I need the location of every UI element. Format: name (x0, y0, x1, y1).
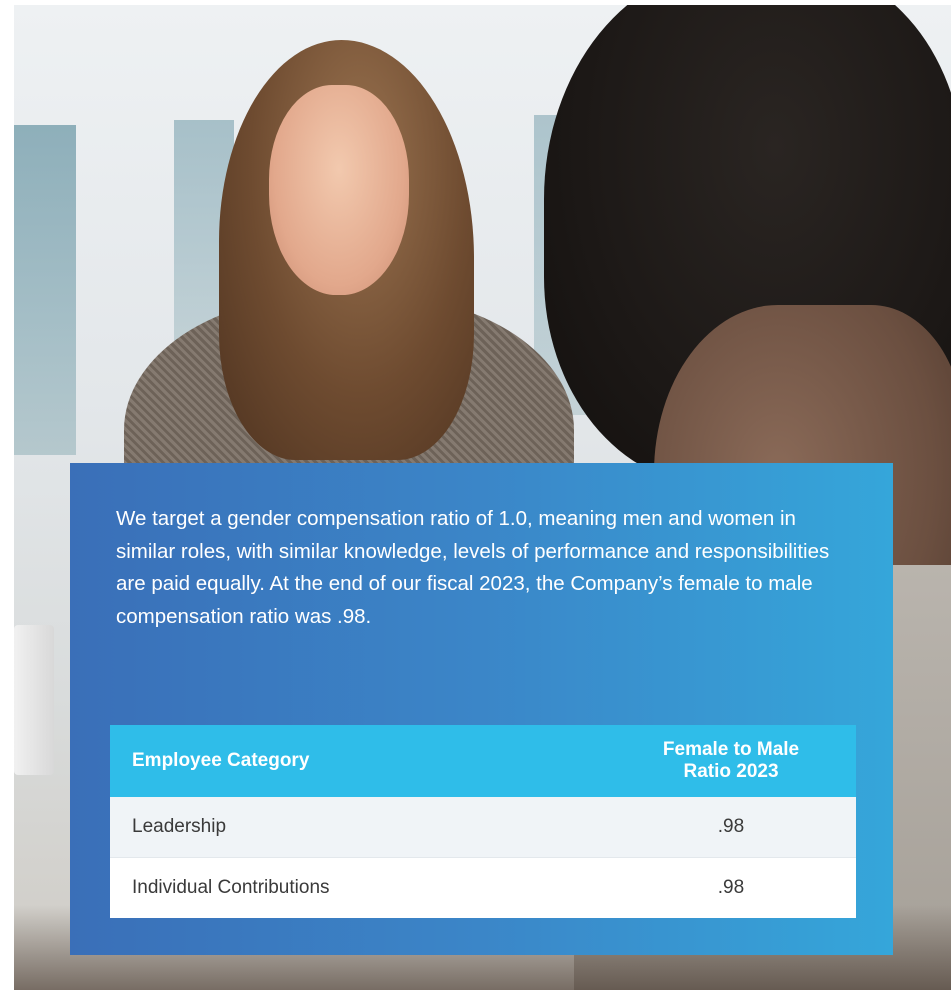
table-row: Individual Contributions .98 (110, 857, 856, 918)
panel-description: We target a gender compensation ratio of… (116, 507, 830, 628)
woman-face (269, 85, 409, 295)
row-category: Leadership (110, 797, 606, 858)
row-ratio: .98 (606, 857, 856, 918)
row-category: Individual Contributions (110, 857, 606, 918)
header-female-to-male-ratio: Female to Male Ratio 2023 (606, 725, 856, 797)
compensation-table: Employee Category Female to Male Ratio 2… (110, 725, 856, 918)
cup-shape (14, 625, 54, 775)
table-header-row: Employee Category Female to Male Ratio 2… (110, 725, 856, 797)
page: We target a gender compensation ratio of… (0, 0, 951, 996)
table-row: Leadership .98 (110, 797, 856, 858)
header-ratio-line2: Ratio 2023 (683, 761, 779, 782)
row-ratio: .98 (606, 797, 856, 858)
header-ratio-line1: Female to Male (662, 739, 800, 760)
info-panel: We target a gender compensation ratio of… (70, 463, 893, 955)
window-shape (14, 125, 76, 455)
header-employee-category: Employee Category (110, 725, 606, 797)
